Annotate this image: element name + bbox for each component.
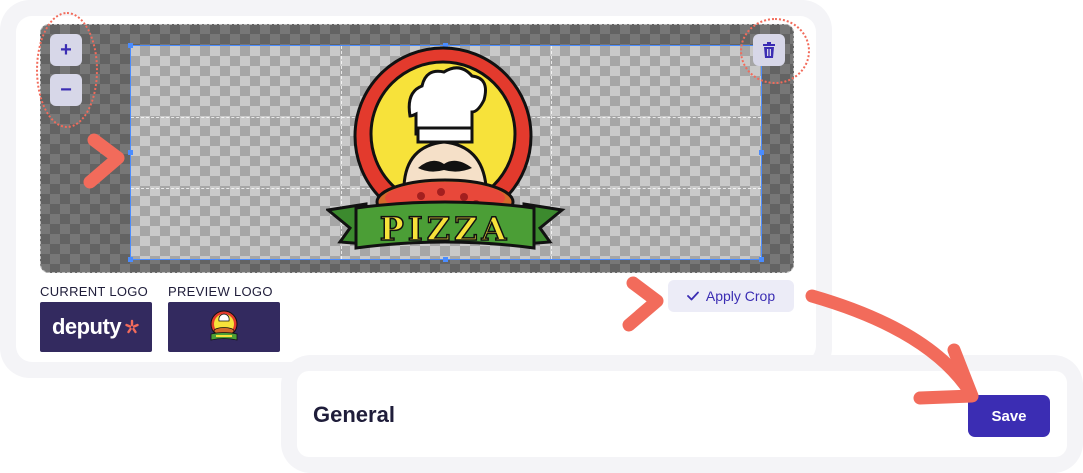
pizza-logo-thumbnail [210, 310, 238, 341]
crop-handle[interactable] [128, 43, 133, 48]
save-button[interactable]: Save [968, 395, 1050, 437]
crop-handle[interactable] [128, 150, 133, 155]
pizza-logo-image: PIZZA [326, 46, 566, 250]
annotation-dotted-circle [740, 18, 810, 84]
general-card [297, 371, 1067, 457]
crop-handle[interactable] [759, 257, 764, 262]
pizza-banner-text: PIZZA [380, 210, 511, 248]
annotation-dotted-circle [36, 12, 98, 128]
preview-logo [168, 302, 280, 352]
current-logo-label: CURRENT LOGO [40, 284, 149, 299]
crop-handle[interactable] [128, 257, 133, 262]
crop-canvas[interactable]: PIZZA [40, 24, 794, 273]
preview-logo-label: PREVIEW LOGO [168, 284, 273, 299]
apply-crop-label: Apply Crop [705, 288, 776, 304]
general-title: General [313, 402, 395, 427]
current-logo: deputy [40, 302, 152, 352]
deputy-asterisk-icon [125, 319, 139, 334]
deputy-wordmark: deputy [51, 314, 122, 339]
apply-crop-button[interactable]: Apply Crop [668, 280, 794, 312]
check-icon [686, 291, 699, 301]
crop-handle[interactable] [759, 150, 764, 155]
